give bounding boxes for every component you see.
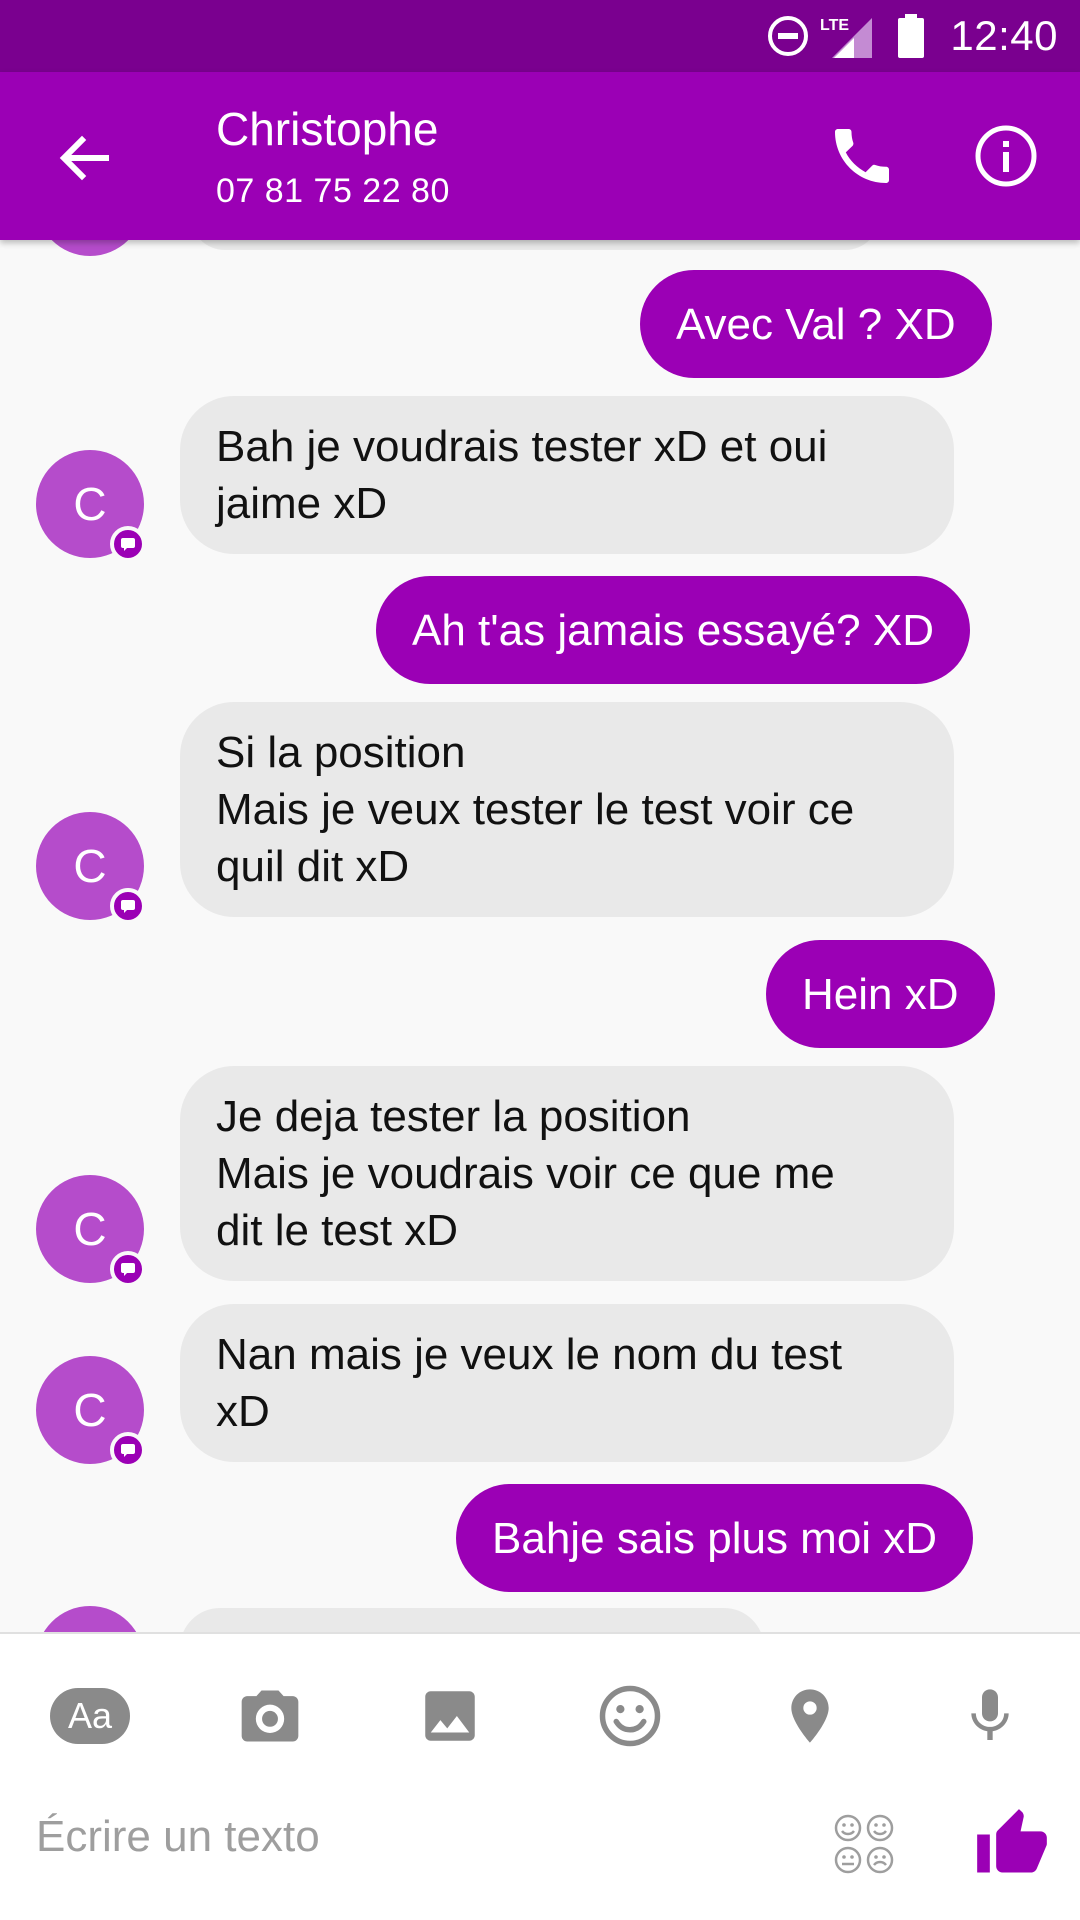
info-icon[interactable]: [970, 120, 1042, 192]
battery-icon: [896, 0, 926, 72]
app-bar: Christophe 07 81 75 22 80: [0, 72, 1080, 240]
avatar[interactable]: C: [36, 812, 146, 924]
message-bubble-outgoing[interactable]: Ah t'as jamais essayé? XD: [376, 576, 970, 684]
partial-message-bubble: [180, 1608, 764, 1632]
camera-icon[interactable]: [228, 1674, 312, 1758]
do-not-disturb-icon: [766, 0, 810, 72]
phone-call-icon[interactable]: [826, 120, 898, 192]
signal-icon: LTE: [820, 0, 876, 72]
avatar[interactable]: C: [36, 1175, 146, 1287]
partial-avatar: [36, 240, 144, 256]
message-bubble-outgoing[interactable]: Avec Val ? XD: [640, 270, 992, 378]
contact-phone: 07 81 75 22 80: [216, 172, 450, 210]
message-bubble-outgoing[interactable]: Bahje sais plus moi xD: [456, 1484, 974, 1592]
messenger-badge-icon: [110, 526, 146, 562]
message-bubble-incoming[interactable]: Bah je voudrais tester xD et oui jaime x…: [180, 396, 954, 554]
message-bubble-incoming[interactable]: Nan mais je veux le nom du test xD: [180, 1304, 954, 1462]
emoji-icon[interactable]: [588, 1674, 672, 1758]
gallery-icon[interactable]: [408, 1674, 492, 1758]
partial-avatar: [36, 1606, 144, 1632]
text-format-icon[interactable]: Aa: [48, 1674, 132, 1758]
message-bubble-incoming[interactable]: Je deja tester la position Mais je voudr…: [180, 1066, 954, 1281]
message-bubble-incoming[interactable]: Si la position Mais je veux tester le te…: [180, 702, 954, 917]
message-input[interactable]: Écrire un texto: [36, 1812, 320, 1862]
status-bar: LTE 12:40: [0, 0, 1080, 72]
avatar-initial: C: [73, 840, 107, 892]
message-bubble-outgoing[interactable]: Hein xD: [766, 940, 995, 1048]
emoji-picker-icon[interactable]: [832, 1812, 896, 1876]
avatar[interactable]: C: [36, 450, 146, 562]
back-arrow-icon[interactable]: [48, 122, 120, 194]
clock: 12:40: [950, 12, 1058, 59]
text-format-label: Aa: [50, 1688, 130, 1744]
microphone-icon[interactable]: [948, 1674, 1032, 1758]
location-icon[interactable]: [768, 1674, 852, 1758]
messenger-badge-icon: [110, 1251, 146, 1287]
avatar-initial: C: [73, 1384, 107, 1436]
messenger-badge-icon: [110, 888, 146, 924]
thumbs-up-icon[interactable]: [974, 1806, 1050, 1882]
contact-name[interactable]: Christophe: [216, 102, 438, 156]
avatar-initial: C: [73, 478, 107, 530]
message-list[interactable]: Avec Val ? XD C Bah je voudrais tester x…: [0, 240, 1080, 1632]
partial-message-bubble: [190, 240, 880, 250]
avatar-initial: C: [73, 1203, 107, 1255]
avatar[interactable]: C: [36, 1356, 146, 1468]
svg-text:LTE: LTE: [820, 17, 849, 34]
messenger-badge-icon: [110, 1432, 146, 1468]
composer: Aa Écrire un texto: [0, 1632, 1080, 1920]
